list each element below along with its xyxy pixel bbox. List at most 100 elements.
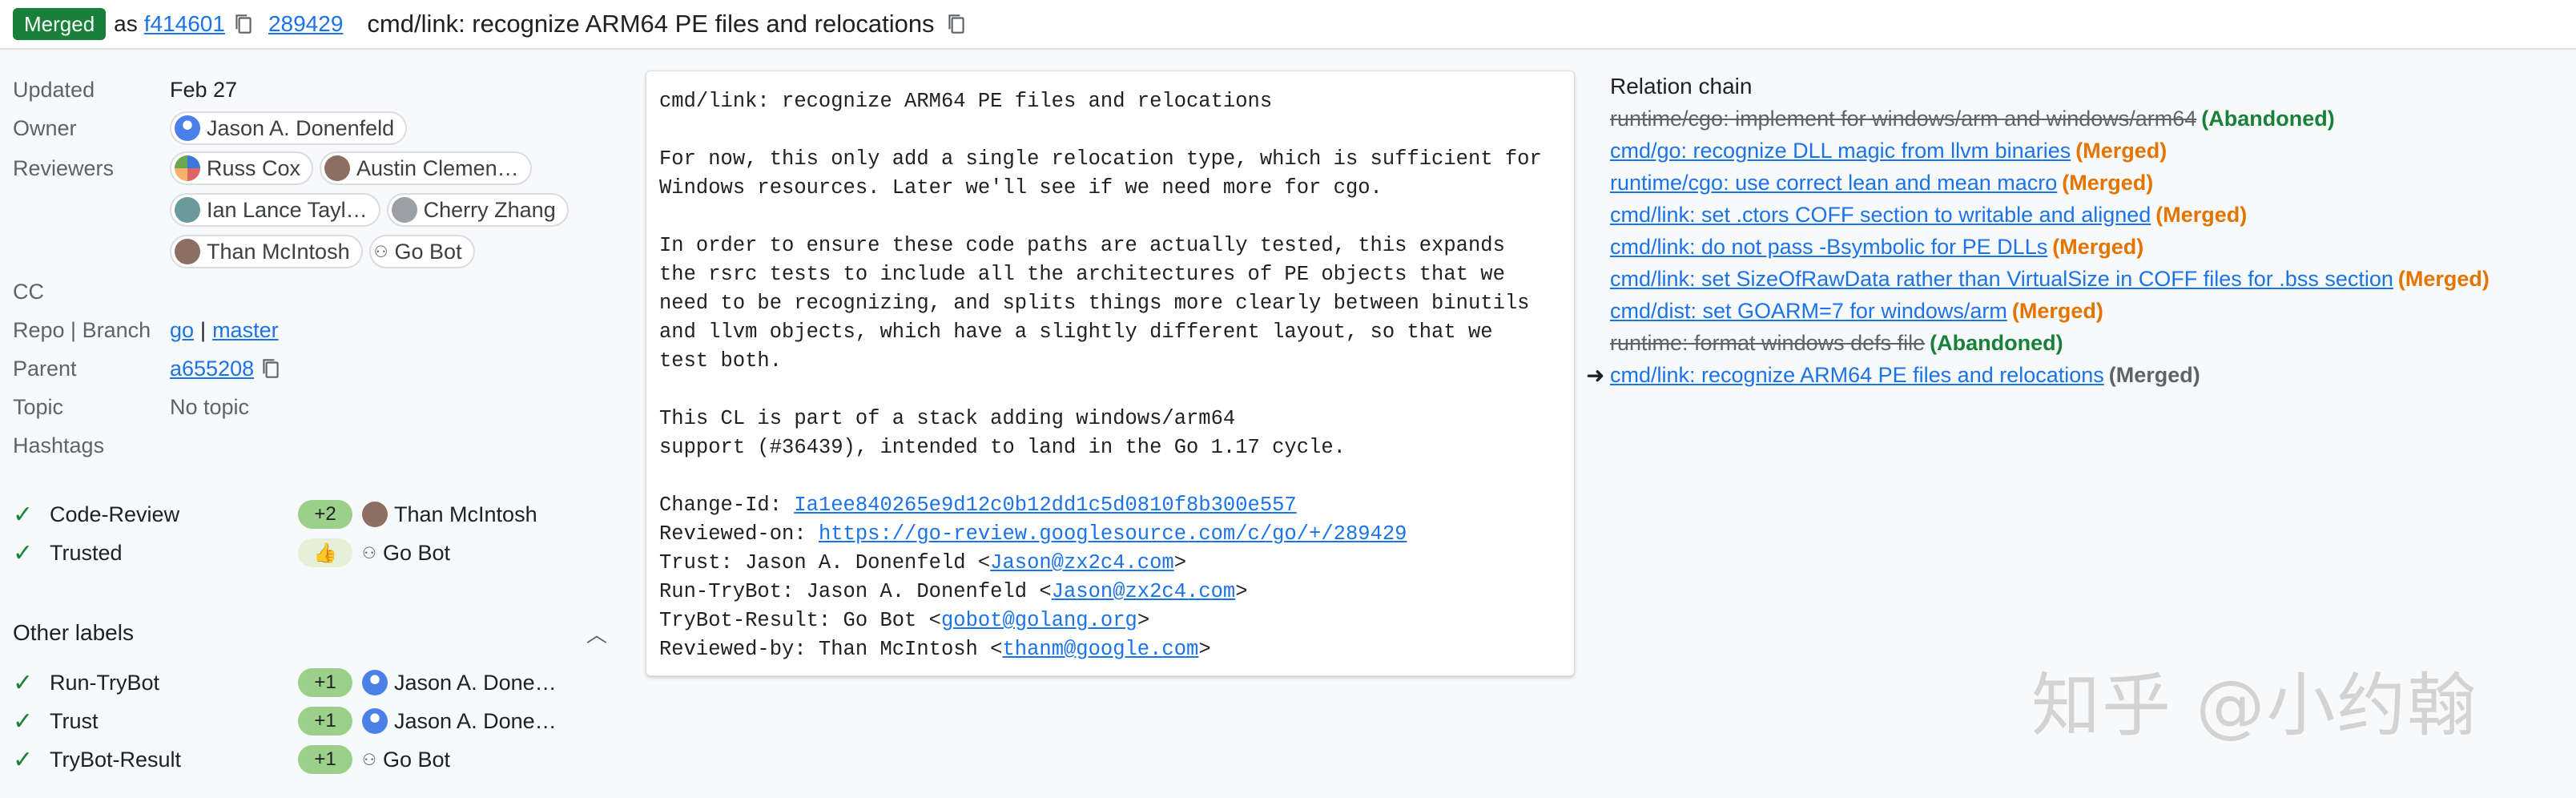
commit-line: This CL is part of a stack adding window… bbox=[659, 407, 1236, 430]
status-badge: (Abandoned) bbox=[1930, 330, 2063, 355]
labels-section: ✓ Code-Review +2 Than McIntosh ✓ Trusted… bbox=[13, 495, 622, 572]
run-trybot-line: Run-TryBot: Jason A. Donenfeld <Jason@zx… bbox=[659, 580, 1248, 603]
label-row-trust: ✓ Trust +1 Jason A. Done… bbox=[13, 707, 557, 736]
status-badge: Merged bbox=[13, 8, 107, 40]
owner-label: Owner bbox=[13, 115, 77, 140]
reviewed-on-line: Reviewed-on: https://go-review.googlesou… bbox=[659, 522, 1407, 546]
reviewers-row: Reviewers Russ Cox Austin Clemen… bbox=[13, 147, 622, 189]
reviewer-chip[interactable]: Ian Lance Tayl… bbox=[170, 193, 380, 227]
email-link[interactable]: gobot@golang.org bbox=[941, 609, 1137, 632]
repo-branch-row: Repo | Branch go | master bbox=[13, 311, 622, 349]
updated-row: Updated Feb 27 bbox=[13, 71, 622, 109]
avatar bbox=[362, 502, 388, 527]
check-icon: ✓ bbox=[13, 707, 34, 735]
relation-item-current: ➜ cmd/link: recognize ARM64 PE files and… bbox=[1586, 359, 2571, 391]
branch-link[interactable]: master bbox=[212, 318, 279, 343]
change-id-link[interactable]: Ia1ee840265e9d12c0b12dd1c5d0810f8b300e55… bbox=[794, 494, 1296, 517]
avatar bbox=[175, 239, 200, 264]
commit-line: and llvm objects, which have a slightly … bbox=[659, 320, 1493, 344]
relation-item: cmd/link: set .ctors COFF section to wri… bbox=[1610, 199, 2571, 231]
vote-chip[interactable]: +1 bbox=[298, 745, 352, 774]
relation-item: runtime/cgo: use correct lean and mean m… bbox=[1610, 167, 2571, 199]
reviewer-chip[interactable]: Cherry Zhang bbox=[386, 193, 569, 227]
label-row-run-trybot: ✓ Run-TryBot +1 Jason A. Done… bbox=[13, 668, 557, 697]
commit-line: In order to ensure these code paths are … bbox=[659, 234, 1505, 257]
current-arrow-icon: ➜ bbox=[1586, 362, 1605, 388]
relation-item: cmd/dist: set GOARM=7 for windows/arm (M… bbox=[1610, 295, 2571, 327]
reviewers-label: Reviewers bbox=[13, 155, 115, 180]
relation-link[interactable]: runtime: format windows defs file bbox=[1610, 331, 1925, 356]
label-row-trybot-result: ✓ TryBot-Result +1 ⚇ Go Bot bbox=[13, 745, 450, 774]
vote-chip[interactable]: +1 bbox=[298, 668, 352, 697]
reviewer-chip[interactable]: Austin Clemen… bbox=[320, 151, 532, 185]
check-icon: ✓ bbox=[13, 539, 34, 566]
relation-link[interactable]: cmd/link: recognize ARM64 PE files and r… bbox=[1610, 363, 2104, 388]
topic-row: Topic No topic bbox=[13, 388, 622, 426]
status-badge: (Merged) bbox=[2011, 298, 2103, 323]
status-badge: (Merged) bbox=[2052, 234, 2144, 259]
relation-item: runtime/cgo: implement for windows/arm a… bbox=[1610, 103, 2571, 135]
trust-line: Trust: Jason A. Donenfeld <Jason@zx2c4.c… bbox=[659, 551, 1187, 574]
repo-link[interactable]: go bbox=[170, 318, 194, 343]
avatar bbox=[362, 670, 388, 695]
copy-icon[interactable] bbox=[260, 357, 281, 381]
other-labels-title: Other labels bbox=[13, 620, 134, 645]
relation-link[interactable]: runtime/cgo: use correct lean and mean m… bbox=[1610, 171, 2057, 195]
vote-chip[interactable]: +1 bbox=[298, 707, 352, 736]
avatar bbox=[175, 197, 200, 223]
check-icon: ✓ bbox=[13, 669, 34, 696]
status-badge: (Merged) bbox=[2075, 138, 2167, 163]
relation-chain: Relation chain runtime/cgo: implement fo… bbox=[1586, 71, 2571, 391]
bot-icon: ⚇ bbox=[373, 243, 388, 261]
label-row-trusted: ✓ Trusted 👍 ⚇ Go Bot bbox=[13, 538, 450, 567]
trybot-result-line: TryBot-Result: Go Bot <gobot@golang.org> bbox=[659, 609, 1150, 632]
relation-link[interactable]: cmd/link: set .ctors COFF section to wri… bbox=[1610, 203, 2151, 228]
commit-line: For now, this only add a single relocati… bbox=[659, 147, 1542, 171]
watermark: 知乎 @小约翰 bbox=[2031, 666, 2478, 746]
label-row-code-review: ✓ Code-Review +2 Than McIntosh bbox=[13, 500, 537, 529]
as-text: as bbox=[114, 11, 138, 36]
separator: | bbox=[200, 317, 207, 342]
chevron-up-icon[interactable]: ︿ bbox=[586, 619, 607, 648]
email-link[interactable]: thanm@google.com bbox=[1002, 638, 1198, 661]
avatar bbox=[175, 155, 200, 181]
status-badge: (Merged) bbox=[2062, 170, 2154, 195]
reviewer-chip[interactable]: Than McIntosh bbox=[170, 235, 363, 268]
change-id-line: Change-Id: Ia1ee840265e9d12c0b12dd1c5d08… bbox=[659, 494, 1297, 517]
relation-link[interactable]: cmd/link: set SizeOfRawData rather than … bbox=[1610, 267, 2393, 292]
owner-chip[interactable]: Jason A. Donenfeld bbox=[170, 111, 408, 145]
gerrit-change-page: Merged as f414601 289429 cmd/link: recog… bbox=[0, 0, 2576, 798]
status-badge: (Merged) bbox=[2155, 202, 2248, 227]
copy-subject-icon[interactable] bbox=[946, 12, 967, 36]
topic-value[interactable]: No topic bbox=[170, 395, 249, 420]
reviewer-chip[interactable]: Russ Cox bbox=[170, 151, 314, 185]
bot-icon: ⚇ bbox=[362, 544, 376, 562]
status-badge: (Merged) bbox=[2397, 266, 2489, 291]
commit-line: Windows resources. Later we'll see if we… bbox=[659, 176, 1383, 200]
cc-label: CC bbox=[13, 279, 44, 304]
relation-link[interactable]: cmd/dist: set GOARM=7 for windows/arm bbox=[1610, 299, 2007, 324]
updated-label: Updated bbox=[13, 77, 95, 102]
topic-label: Topic bbox=[13, 394, 64, 419]
commit-link[interactable]: f414601 bbox=[144, 11, 225, 37]
email-link[interactable]: Jason@zx2c4.com bbox=[1052, 580, 1236, 603]
relation-link[interactable]: cmd/go: recognize DLL magic from llvm bi… bbox=[1610, 139, 2071, 163]
commit-line: the rsrc tests to include all the archit… bbox=[659, 263, 1505, 286]
copy-icon[interactable] bbox=[233, 12, 254, 36]
change-number-link[interactable]: 289429 bbox=[268, 11, 343, 37]
reviewers-row-3: Than McIntosh ⚇ Go Bot bbox=[13, 231, 622, 272]
reviewed-on-link[interactable]: https://go-review.googlesource.com/c/go/… bbox=[819, 522, 1407, 546]
vote-chip[interactable]: +2 bbox=[298, 500, 352, 529]
commit-line: cmd/link: recognize ARM64 PE files and r… bbox=[659, 90, 1273, 113]
relation-link[interactable]: runtime/cgo: implement for windows/arm a… bbox=[1610, 107, 2196, 131]
other-labels-header[interactable]: Other labels ︿ bbox=[13, 617, 622, 649]
status-badge: (Merged) bbox=[2108, 362, 2200, 387]
change-metadata: Updated Feb 27 Owner Jason A. Donenfeld … bbox=[13, 71, 622, 465]
relation-link[interactable]: cmd/link: do not pass -Bsymbolic for PE … bbox=[1610, 235, 2047, 260]
parent-link[interactable]: a655208 bbox=[170, 357, 254, 381]
relation-item: runtime: format windows defs file (Aband… bbox=[1610, 327, 2571, 359]
reviewer-chip[interactable]: ⚇ Go Bot bbox=[368, 235, 475, 268]
avatar bbox=[391, 197, 417, 223]
email-link[interactable]: Jason@zx2c4.com bbox=[990, 551, 1174, 574]
vote-chip[interactable]: 👍 bbox=[298, 538, 352, 567]
